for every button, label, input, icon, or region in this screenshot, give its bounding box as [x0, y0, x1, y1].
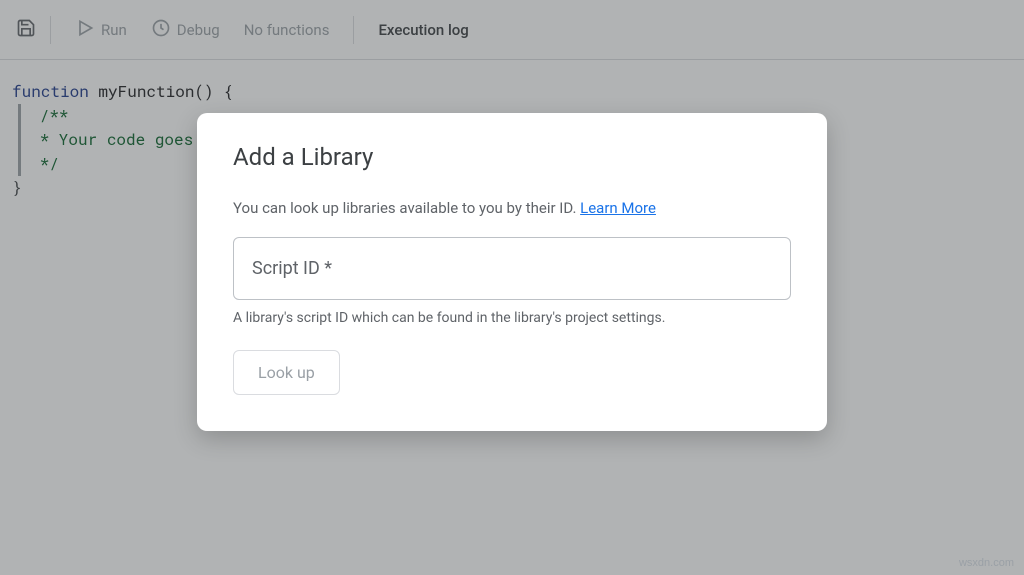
modal-overlay: Add a Library You can look up libraries …	[0, 0, 1024, 575]
add-library-dialog: Add a Library You can look up libraries …	[197, 113, 827, 431]
dialog-description: You can look up libraries available to y…	[233, 199, 791, 217]
learn-more-link[interactable]: Learn More	[580, 199, 656, 217]
script-id-input[interactable]: Script ID *	[233, 237, 791, 300]
watermark: wsxdn.com	[959, 557, 1014, 569]
script-id-placeholder: Script ID *	[252, 258, 332, 279]
lookup-button[interactable]: Look up	[233, 350, 340, 395]
input-helper-text: A library's script ID which can be found…	[233, 310, 791, 326]
dialog-title: Add a Library	[233, 143, 791, 171]
